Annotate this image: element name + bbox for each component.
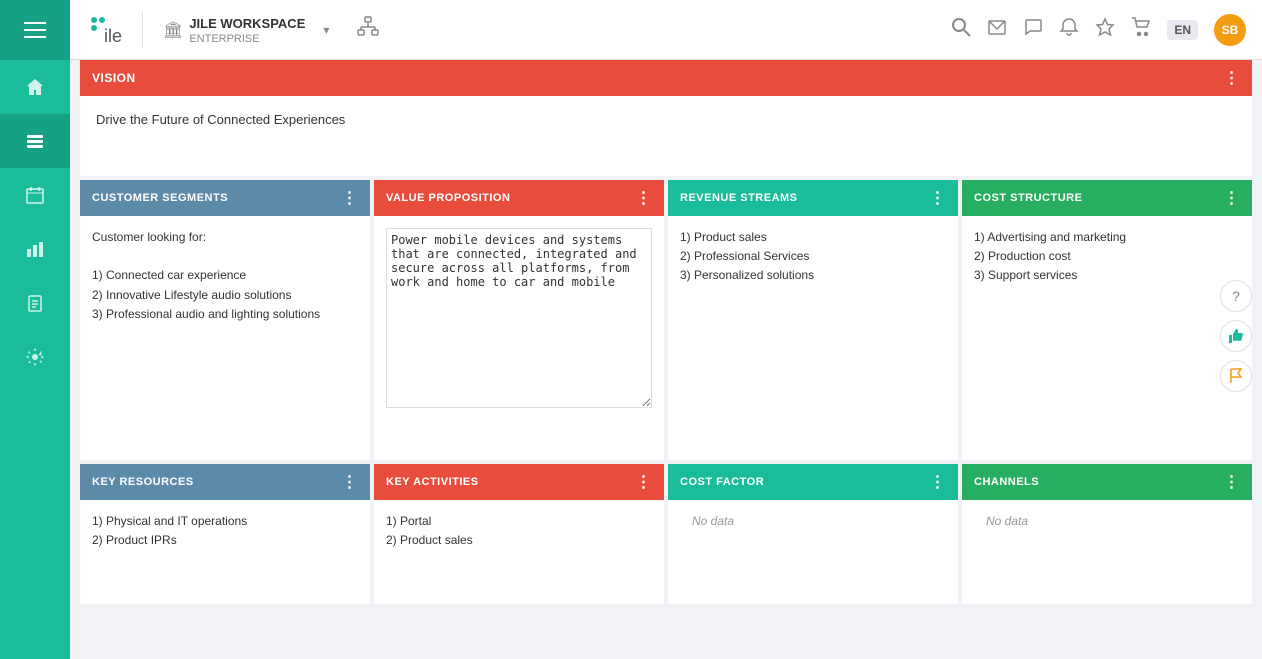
value-proposition-textarea[interactable]: Power mobile devices and systems that ar… <box>386 228 652 408</box>
key-resources-label: KEY RESOURCES <box>92 476 194 488</box>
cost-factor-content: No data <box>668 500 958 604</box>
topbar-divider <box>142 12 143 48</box>
sidebar <box>0 0 70 659</box>
key-resources-header: KEY RESOURCES ⋮ <box>80 464 370 500</box>
value-proposition-label: VALUE PROPOSITION <box>386 192 510 204</box>
revenue-streams-content: 1) Product sales2) Professional Services… <box>668 216 958 460</box>
customer-segments-cell: CUSTOMER SEGMENTS ⋮ Customer looking for… <box>80 180 370 460</box>
value-proposition-header: VALUE PROPOSITION ⋮ <box>374 180 664 216</box>
topbar-actions: EN SB <box>951 14 1246 46</box>
channels-menu[interactable]: ⋮ <box>1224 472 1241 492</box>
value-proposition-cell: VALUE PROPOSITION ⋮ Power mobile devices… <box>374 180 664 460</box>
cost-factor-label: COST FACTOR <box>680 476 764 488</box>
channels-cell: CHANNELS ⋮ No data <box>962 464 1252 604</box>
sidebar-item-layers[interactable] <box>0 114 70 168</box>
revenue-streams-text: 1) Product sales2) Professional Services… <box>680 230 814 282</box>
revenue-streams-label: REVENUE STREAMS <box>680 192 798 204</box>
cost-factor-menu[interactable]: ⋮ <box>930 472 947 492</box>
sidebar-item-chart[interactable] <box>0 222 70 276</box>
search-icon[interactable] <box>951 17 971 42</box>
key-activities-label: KEY ACTIVITIES <box>386 476 479 488</box>
language-selector[interactable]: EN <box>1167 20 1198 40</box>
channels-header: CHANNELS ⋮ <box>962 464 1252 500</box>
right-panel: ? <box>1220 280 1252 392</box>
bmc-row1: CUSTOMER SEGMENTS ⋮ Customer looking for… <box>80 180 1252 460</box>
cost-structure-menu[interactable]: ⋮ <box>1224 188 1241 208</box>
cost-factor-header: COST FACTOR ⋮ <box>668 464 958 500</box>
workspace-chevron[interactable]: ▾ <box>323 23 329 37</box>
bmc-row2: KEY RESOURCES ⋮ 1) Physical and IT opera… <box>80 464 1252 604</box>
customer-segments-label: CUSTOMER SEGMENTS <box>92 192 228 204</box>
sidebar-item-settings[interactable] <box>0 330 70 384</box>
key-resources-content: 1) Physical and IT operations2) Product … <box>80 500 370 604</box>
vision-section: VISION ⋮ Drive the Future of Connected E… <box>80 60 1252 176</box>
canvas: VISION ⋮ Drive the Future of Connected E… <box>70 60 1262 624</box>
notification-icon[interactable] <box>1059 17 1079 42</box>
main-container: ile 🏛 JILE WORKSPACE ENTERPRISE ▾ <box>70 0 1262 659</box>
sidebar-item-calendar[interactable] <box>0 168 70 222</box>
cost-factor-cell: COST FACTOR ⋮ No data <box>668 464 958 604</box>
chat-icon[interactable] <box>1023 17 1043 42</box>
cost-structure-content: 1) Advertising and marketing2) Productio… <box>962 216 1252 460</box>
workspace-info: 🏛 JILE WORKSPACE ENTERPRISE <box>163 15 305 45</box>
key-resources-text: 1) Physical and IT operations2) Product … <box>92 514 247 547</box>
inbox-icon[interactable] <box>987 17 1007 42</box>
logo-icon: ile <box>86 12 122 48</box>
flag-button[interactable] <box>1220 360 1252 392</box>
topbar: ile 🏛 JILE WORKSPACE ENTERPRISE ▾ <box>70 0 1262 60</box>
vision-menu[interactable]: ⋮ <box>1224 68 1241 88</box>
channels-no-data: No data <box>974 502 1040 540</box>
key-activities-text: 1) Portal2) Product sales <box>386 514 473 547</box>
vision-text: Drive the Future of Connected Experience… <box>96 112 345 127</box>
customer-segments-menu[interactable]: ⋮ <box>342 188 359 208</box>
vision-header: VISION ⋮ <box>80 60 1252 96</box>
customer-segments-text: Customer looking for:1) Connected car ex… <box>92 230 320 321</box>
user-avatar[interactable]: SB <box>1214 14 1246 46</box>
hamburger-button[interactable] <box>0 0 70 60</box>
value-proposition-menu[interactable]: ⋮ <box>636 188 653 208</box>
vision-content: Drive the Future of Connected Experience… <box>80 96 1252 176</box>
org-structure-icon[interactable] <box>357 16 379 43</box>
cart-icon[interactable] <box>1131 17 1151 42</box>
workspace-name: JILE WORKSPACE <box>189 16 305 31</box>
like-button[interactable] <box>1220 320 1252 352</box>
help-button[interactable]: ? <box>1220 280 1252 312</box>
sidebar-item-clipboard[interactable] <box>0 276 70 330</box>
channels-label: CHANNELS <box>974 476 1039 488</box>
workspace-type: ENTERPRISE <box>189 33 305 45</box>
key-resources-cell: KEY RESOURCES ⋮ 1) Physical and IT opera… <box>80 464 370 604</box>
customer-segments-header: CUSTOMER SEGMENTS ⋮ <box>80 180 370 216</box>
revenue-streams-cell: REVENUE STREAMS ⋮ 1) Product sales2) Pro… <box>668 180 958 460</box>
cost-factor-no-data: No data <box>680 502 746 540</box>
star-icon[interactable] <box>1095 17 1115 42</box>
value-proposition-content: Power mobile devices and systems that ar… <box>374 216 664 460</box>
cost-structure-label: COST STRUCTURE <box>974 192 1082 204</box>
key-resources-menu[interactable]: ⋮ <box>342 472 359 492</box>
customer-segments-content: Customer looking for:1) Connected car ex… <box>80 216 370 460</box>
sidebar-item-home[interactable] <box>0 60 70 114</box>
workspace-building-icon: 🏛 <box>163 20 183 40</box>
revenue-streams-header: REVENUE STREAMS ⋮ <box>668 180 958 216</box>
key-activities-header: KEY ACTIVITIES ⋮ <box>374 464 664 500</box>
content-area: VISION ⋮ Drive the Future of Connected E… <box>70 60 1262 659</box>
cost-structure-text: 1) Advertising and marketing2) Productio… <box>974 230 1126 282</box>
key-activities-cell: KEY ACTIVITIES ⋮ 1) Portal2) Product sal… <box>374 464 664 604</box>
key-activities-menu[interactable]: ⋮ <box>636 472 653 492</box>
cost-structure-cell: COST STRUCTURE ⋮ 1) Advertising and mark… <box>962 180 1252 460</box>
svg-text:ile: ile <box>104 26 122 46</box>
vision-label: VISION <box>92 71 136 85</box>
cost-structure-header: COST STRUCTURE ⋮ <box>962 180 1252 216</box>
logo: ile <box>86 12 122 48</box>
channels-content: No data <box>962 500 1252 604</box>
key-activities-content: 1) Portal2) Product sales <box>374 500 664 604</box>
revenue-streams-menu[interactable]: ⋮ <box>930 188 947 208</box>
